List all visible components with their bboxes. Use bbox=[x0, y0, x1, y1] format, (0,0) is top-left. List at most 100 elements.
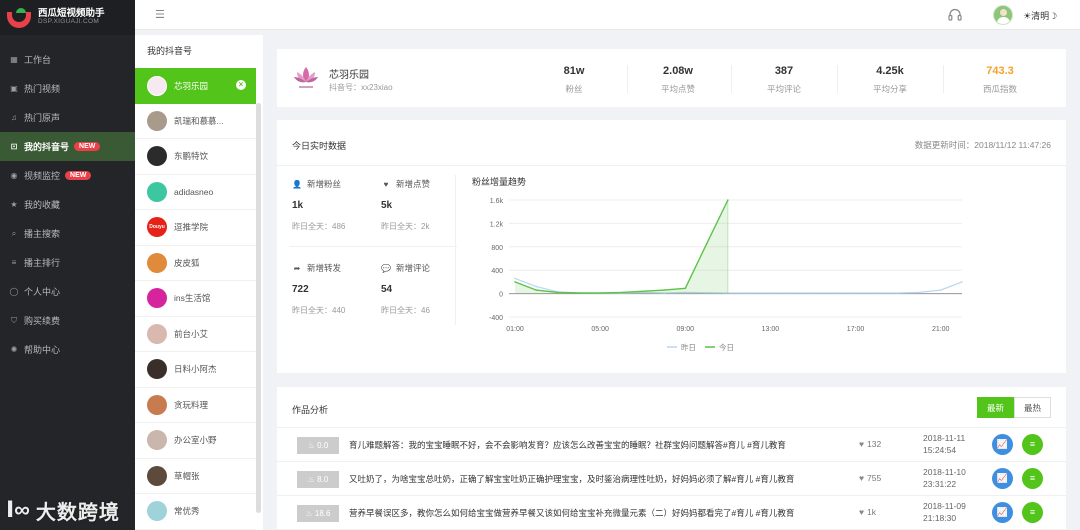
close-icon[interactable]: × bbox=[236, 80, 246, 90]
music-icon: ♫ bbox=[11, 113, 17, 122]
y-tick-label: 1.2k bbox=[490, 221, 504, 228]
avatar bbox=[147, 501, 167, 522]
heart-icon: ♥ bbox=[383, 179, 389, 189]
flame-icon: ♨ bbox=[305, 509, 315, 518]
heart-icon: ♥ bbox=[859, 473, 865, 483]
y-tick-label: 1.6k bbox=[490, 198, 504, 205]
data-point bbox=[769, 292, 772, 294]
account-item[interactable]: 常优秀 bbox=[135, 494, 256, 530]
brand[interactable]: 西瓜短视频助手 DSP.XIGUAJI.COM bbox=[0, 0, 135, 35]
heart-icon: ♥ bbox=[859, 439, 865, 449]
account-item[interactable]: adidasneo bbox=[135, 175, 256, 210]
tab-hottest[interactable]: 最热 bbox=[1013, 397, 1051, 418]
menu-toggle-icon[interactable]: ☰ bbox=[155, 8, 165, 21]
nav-item[interactable]: ♫ 热门原声 bbox=[0, 103, 135, 132]
account-item[interactable]: 草帽张 bbox=[135, 459, 256, 494]
x-tick-label: 17:00 bbox=[847, 326, 865, 333]
username[interactable]: ☀清明☽ bbox=[1023, 9, 1057, 22]
ranking-icon: ≡ bbox=[11, 258, 17, 267]
cart-icon: ⛉ bbox=[11, 315, 17, 325]
watermark-logo: Ⅰ∞ bbox=[6, 497, 30, 522]
account-name: 皮皮狐 bbox=[174, 257, 200, 268]
legend-label: 昨日 bbox=[681, 342, 696, 352]
account-name: 芯羽乐园 bbox=[174, 80, 209, 91]
work-title[interactable]: 育儿难题解答：我的宝宝睡眠不好，会不会影响发育？应该怎么改善宝宝的睡眠？社群宝妈… bbox=[349, 439, 844, 451]
account-item[interactable]: 东鹏特饮 bbox=[135, 139, 256, 175]
stat-label: 西瓜指数 bbox=[982, 84, 1017, 94]
account-item[interactable]: 办公室小野 bbox=[135, 423, 256, 459]
account-item[interactable]: 日料小阿杰 bbox=[135, 352, 256, 388]
avatar[interactable] bbox=[993, 5, 1013, 25]
score-value: 8.0 bbox=[317, 475, 329, 484]
nav-item[interactable]: ⛉ 购买续费 bbox=[0, 306, 135, 335]
new-badge: NEW bbox=[65, 171, 92, 180]
work-time: 2018-11-11 15:24:54 bbox=[923, 432, 965, 456]
work-title[interactable]: 又吐奶了，为啥宝宝总吐奶，正确了解宝宝吐奶正确护理宝宝，及时鉴治病理性吐奶，好妈… bbox=[349, 473, 844, 485]
score-badge: ♨ 8.0 bbox=[297, 471, 339, 488]
avatar bbox=[147, 110, 167, 131]
x-tick-label: 13:00 bbox=[762, 326, 780, 333]
details-button[interactable]: ≡ bbox=[1022, 502, 1043, 523]
data-point bbox=[663, 289, 665, 291]
details-button[interactable]: ≡ bbox=[1022, 434, 1043, 455]
nav-item-label: 视频监控 bbox=[24, 171, 61, 181]
y-tick-label: 0 bbox=[499, 292, 503, 299]
likes-value: 132 bbox=[867, 439, 882, 449]
account-item[interactable]: ins生活馆 bbox=[135, 281, 256, 317]
account-item[interactable]: Douyu 逗推学院 bbox=[135, 210, 256, 246]
kpi-yesterday: 昨日全天：2k bbox=[381, 222, 430, 231]
series-line bbox=[514, 277, 963, 294]
stat-label: 平均分享 bbox=[872, 84, 907, 94]
data-point bbox=[705, 243, 708, 245]
y-tick-label: 400 bbox=[491, 268, 503, 275]
avatar bbox=[147, 359, 167, 380]
trend-chart-button[interactable]: 📈 bbox=[992, 434, 1013, 455]
divider bbox=[277, 165, 1066, 166]
trend-chart-button[interactable]: 📈 bbox=[992, 502, 1013, 523]
data-point bbox=[556, 291, 559, 294]
account-name: adidasneo bbox=[174, 186, 214, 197]
kpi-label: 新增点赞 bbox=[396, 179, 431, 189]
nav-item[interactable]: ★ 我的收藏 bbox=[0, 190, 135, 219]
account-item[interactable]: 芯羽乐园 × bbox=[135, 68, 256, 104]
trend-chart-button[interactable]: 📈 bbox=[992, 468, 1013, 489]
work-title[interactable]: 营养早餐误区多，教你怎么如何给宝宝做营养早餐又该如何给宝宝补充微量元素（二）好妈… bbox=[349, 507, 844, 519]
account-name: 草帽张 bbox=[174, 470, 200, 481]
data-point bbox=[897, 292, 899, 294]
account-item[interactable]: 凯瑞和慕慕... bbox=[135, 104, 256, 139]
work-clock: 15:24:54 bbox=[923, 445, 957, 455]
nav-item[interactable]: ✺ 帮助中心 bbox=[0, 335, 135, 364]
headset-icon[interactable] bbox=[947, 7, 963, 23]
nav-item[interactable]: ≡ 播主排行 bbox=[0, 248, 135, 277]
new-badge: NEW bbox=[74, 142, 101, 151]
nav-item[interactable]: ◯ 个人中心 bbox=[0, 277, 135, 306]
stat-value: 81w bbox=[563, 65, 585, 77]
nav-item[interactable]: ⊡ 我的抖音号 NEW bbox=[0, 132, 135, 161]
kpi-value: 5k bbox=[381, 200, 393, 211]
account-item[interactable]: 贪玩料理 bbox=[135, 388, 256, 423]
nav-item[interactable]: ◉ 视频监控 NEW bbox=[0, 161, 135, 190]
nav-item[interactable]: ⌕ 播主搜索 bbox=[0, 219, 135, 248]
scrollbar[interactable] bbox=[256, 103, 261, 513]
stat-value: 2.08w bbox=[663, 65, 693, 77]
account-item[interactable]: 前台小艾 bbox=[135, 317, 256, 352]
nav-item-label: 播主搜索 bbox=[24, 229, 61, 239]
help-icon: ✺ bbox=[10, 345, 18, 354]
score-value: 18.6 bbox=[314, 509, 331, 518]
table-row: ♨ 18.6 营养早餐误区多，教你怎么如何给宝宝做营养早餐又该如何给宝宝补充微量元… bbox=[277, 496, 1066, 530]
video-icon: ▣ bbox=[10, 84, 18, 93]
kpi-new-comments: 💬 新增评论 54 昨日全天：46 bbox=[381, 262, 471, 316]
account-list-title: 我的抖音号 bbox=[147, 46, 193, 56]
brand-subtitle: DSP.XIGUAJI.COM bbox=[38, 18, 100, 26]
account-list-panel: 我的抖音号 芯羽乐园 × 凯瑞和慕慕... 东鹏特饮 adidasneo Douyu 逗推学… bbox=[135, 35, 263, 530]
account-item[interactable]: 皮皮狐 bbox=[135, 246, 256, 281]
avatar bbox=[147, 323, 167, 344]
fans-trend-chart: 粉丝增量趋势 -400 0 400 800 1.2k 1.6k 01:00 05:00 09:00… bbox=[472, 176, 963, 352]
details-button[interactable]: ≡ bbox=[1022, 468, 1043, 489]
account-name: 凯瑞和慕慕... bbox=[174, 115, 224, 126]
nav-item[interactable]: ▦ 工作台 bbox=[0, 45, 135, 74]
score-value: 0.0 bbox=[317, 441, 329, 450]
nav-item[interactable]: ▣ 热门视频 bbox=[0, 74, 135, 103]
data-point bbox=[535, 289, 538, 291]
tab-latest[interactable]: 最新 bbox=[976, 397, 1014, 418]
